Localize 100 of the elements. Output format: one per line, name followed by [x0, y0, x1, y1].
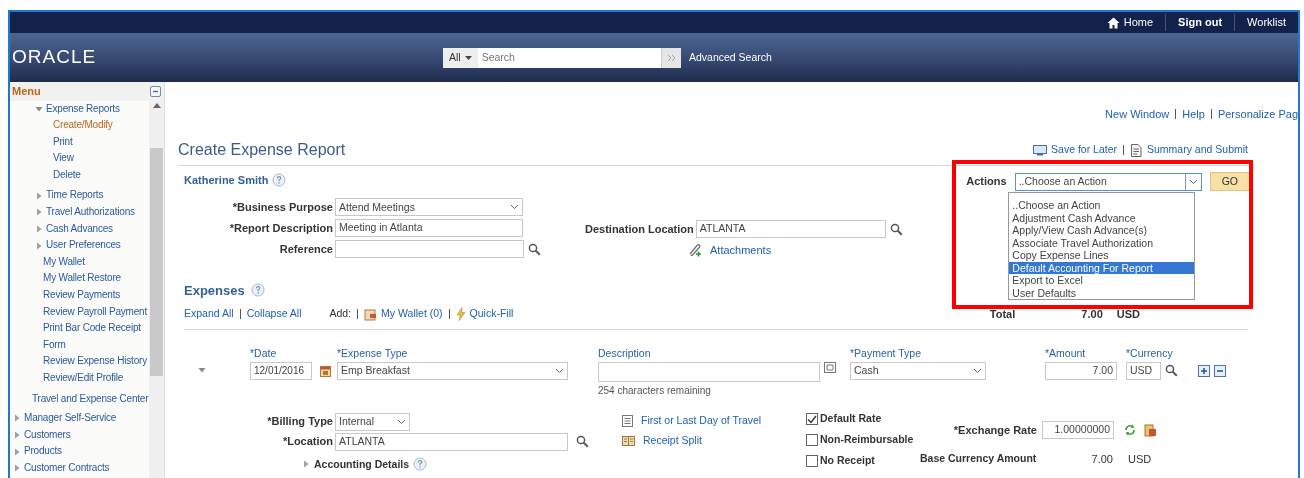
line-link[interactable]: First or Last Day of Travel	[622, 410, 806, 431]
expand-accounting-button[interactable]	[302, 460, 310, 469]
search-icon[interactable]	[1165, 364, 1178, 377]
top-nav-link[interactable]: Home	[1094, 14, 1166, 31]
refresh-icon[interactable]	[1124, 423, 1136, 436]
total-currency: USD	[1116, 307, 1140, 322]
menu-item[interactable]: Travel and Expense Center	[10, 390, 149, 408]
menu-item[interactable]: My Wallet Restore	[10, 270, 149, 288]
menu-item[interactable]: Review/Edit Profile	[10, 370, 149, 387]
paperclip-icon	[687, 243, 702, 258]
actions-select[interactable]: ..Choose an Action	[1014, 172, 1202, 191]
menu-item[interactable]: Print Bar Code Receipt Form	[10, 320, 149, 354]
input-field[interactable]	[335, 240, 524, 259]
dropdown-option[interactable]: Adjustment Cash Advance	[1009, 211, 1195, 224]
menu-item[interactable]: Travel Authorizations	[10, 204, 149, 221]
page-title: Create Expense Report	[178, 140, 346, 160]
checkbox[interactable]: Non-Reimbursable	[806, 429, 920, 451]
column-label: *Currency	[1126, 345, 1174, 359]
menu-item[interactable]: Time Reports	[10, 187, 149, 205]
menu-item[interactable]: Review Expense History	[10, 353, 149, 370]
scrollbar[interactable]	[149, 100, 164, 478]
add-link[interactable]: Quick-Fill	[455, 306, 514, 323]
search-go-button[interactable]	[661, 47, 681, 68]
checkbox[interactable]: Default Rate	[806, 408, 920, 430]
chevron-icon	[555, 367, 564, 374]
dropdown-option[interactable]: User Defaults	[1009, 286, 1195, 299]
input-field[interactable]: ATLANTA	[695, 220, 886, 238]
employee-name: Katherine Smith	[184, 172, 269, 188]
expense-link[interactable]: Collapse All	[246, 306, 302, 323]
menu-item[interactable]: View	[10, 150, 149, 167]
amount-field[interactable]: 7.00	[1045, 361, 1117, 380]
page-link[interactable]: Help	[1182, 105, 1205, 123]
chevron-icon	[1188, 178, 1198, 185]
section-label: Accounting Details	[314, 456, 410, 472]
menu-item[interactable]: Review Payroll Payment	[10, 303, 149, 321]
input-field[interactable]: ATLANTA	[335, 432, 568, 451]
lightning-icon	[455, 307, 466, 322]
search-icon[interactable]	[576, 435, 589, 448]
chevron-icon	[973, 367, 982, 374]
help-icon	[413, 457, 428, 472]
double-chevron-icon	[667, 53, 676, 62]
expense-link[interactable]: Expand All	[184, 306, 234, 323]
dropdown-option[interactable]: Copy Expense Lines	[1009, 249, 1195, 262]
field-label: *Billing Type	[266, 414, 334, 430]
menu-item[interactable]: Cash Advances	[10, 220, 149, 238]
document-icon	[1130, 143, 1144, 157]
dropdown-option[interactable]: Default Accounting For Report	[1009, 261, 1195, 274]
search-scope-select[interactable]: All	[443, 47, 478, 68]
calendar-icon[interactable]	[320, 365, 331, 377]
attachments-link[interactable]: Attachments	[710, 242, 772, 259]
description-field[interactable]	[598, 361, 820, 382]
expand-icon[interactable]	[824, 361, 836, 373]
line-link[interactable]: Receipt Split	[622, 430, 806, 451]
page-action-link[interactable]: Summary and Submit	[1130, 142, 1248, 158]
page-link[interactable]: New Window	[1105, 105, 1170, 123]
field-label: *Business Purpose	[231, 200, 334, 216]
menu-item[interactable]: Expense Reports	[10, 100, 149, 118]
menu-item[interactable]: Review Payments	[10, 287, 149, 304]
help-icon	[272, 173, 287, 187]
billing-type-select[interactable]: Internal	[335, 412, 410, 431]
search-field[interactable]: Search	[477, 47, 661, 68]
payment-type-select[interactable]: Cash	[850, 361, 986, 380]
menu-item[interactable]: My Wallet	[10, 253, 149, 271]
business-purpose-select[interactable]: Attend Meetings	[335, 198, 523, 217]
menu-item[interactable]: Create/Modify	[10, 117, 149, 134]
worksheet-icon[interactable]	[1144, 423, 1157, 437]
menu-section[interactable]: Manager Self-Service	[10, 410, 149, 427]
go-button[interactable]: GO	[1209, 171, 1250, 192]
menu-section[interactable]: Customer Contracts	[10, 459, 149, 477]
search-icon[interactable]	[889, 223, 903, 237]
total-amount: 7.00	[1080, 307, 1103, 322]
page-link[interactable]: Personalize Pag	[1217, 105, 1298, 123]
input-field[interactable]: Meeting in Atlanta	[335, 219, 523, 238]
menu-section[interactable]: Customers	[10, 426, 149, 444]
menu-item[interactable]: Delete	[10, 166, 149, 184]
exchange-rate-field[interactable]: 1.00000000	[1042, 421, 1114, 440]
menu-item[interactable]: User Preferences	[10, 237, 149, 254]
checkbox[interactable]: No Receipt	[806, 450, 920, 472]
dropdown-option[interactable]: Apply/View Cash Advance(s)	[1009, 224, 1195, 237]
help-icon	[250, 283, 265, 298]
character-count: 254 characters remaining	[598, 383, 712, 398]
delete-row-icon[interactable]	[1214, 364, 1226, 377]
top-nav-link[interactable]: Worklist	[1234, 14, 1298, 31]
dropdown-option[interactable]: Export to Excel	[1009, 274, 1195, 287]
collapse-icon[interactable]	[150, 85, 161, 97]
date-field[interactable]: 12/01/2016	[250, 361, 312, 380]
dropdown-option[interactable]: ..Choose an Action	[1009, 199, 1195, 212]
field-label: Destination Location	[585, 221, 695, 237]
page-action-link[interactable]: Save for Later	[1033, 142, 1118, 158]
currency-field[interactable]: USD	[1126, 361, 1161, 380]
advanced-search-link[interactable]: Advanced Search	[689, 49, 772, 66]
add-link[interactable]: My Wallet (0)	[364, 306, 443, 323]
menu-section[interactable]: Products	[10, 443, 149, 460]
menu-item[interactable]: Print	[10, 133, 149, 151]
collapse-line-button[interactable]	[198, 365, 206, 374]
add-row-icon[interactable]	[1198, 364, 1210, 377]
top-nav-link[interactable]: Sign out	[1165, 14, 1235, 31]
search-icon[interactable]	[528, 242, 541, 256]
dropdown-option[interactable]: Associate Travel Authorization	[1009, 236, 1195, 249]
expense-type-select[interactable]: Emp Breakfast	[337, 361, 568, 380]
